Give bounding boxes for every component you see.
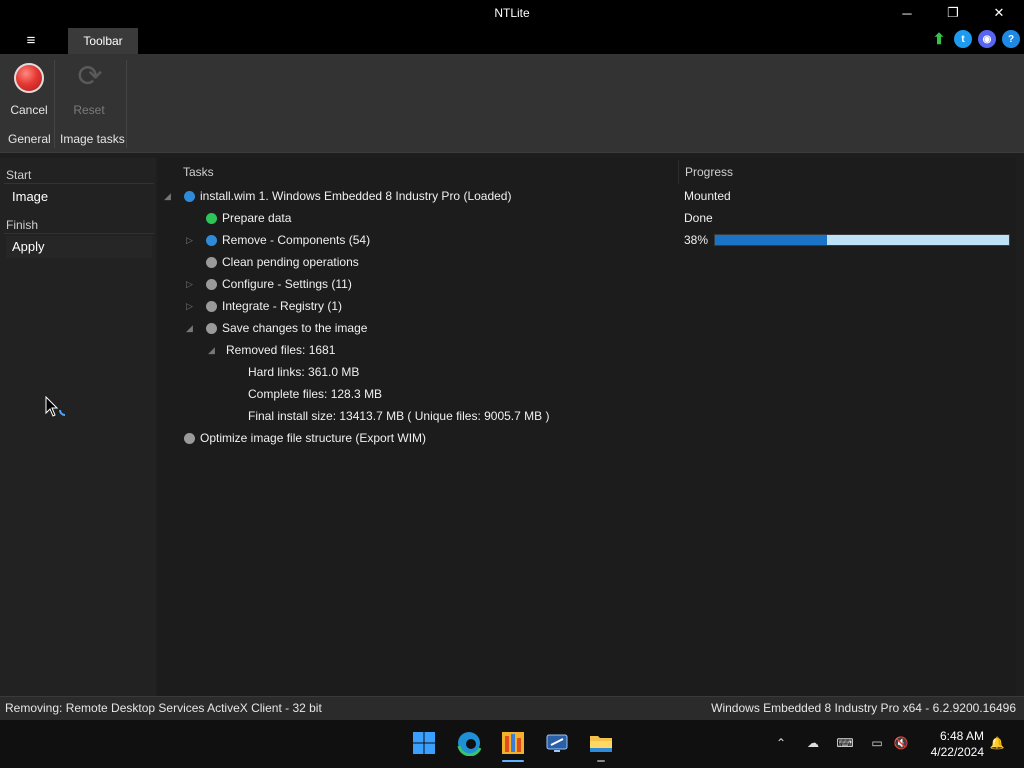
clock-time[interactable]: 6:48 AM	[920, 729, 984, 743]
status-dot-icon	[184, 191, 195, 202]
running-indicator	[502, 760, 524, 762]
collapse-icon[interactable]: ◢	[208, 345, 218, 355]
nav-section-finish: Finish	[6, 218, 39, 232]
task-row-save-changes[interactable]: Save changes to the image	[222, 317, 367, 339]
status-dot-icon	[206, 213, 217, 224]
task-row-prepare-data[interactable]: Prepare data	[222, 207, 291, 229]
status-dot-icon	[206, 301, 217, 312]
expand-icon[interactable]: ▷	[186, 301, 196, 311]
network-off-icon[interactable]: ☁	[804, 736, 822, 752]
tab-toolbar[interactable]: Toolbar	[68, 28, 138, 54]
reset-label: Reset	[73, 103, 105, 117]
ribbon-separator	[54, 60, 55, 148]
edge-icon[interactable]	[456, 730, 482, 756]
file-explorer-icon[interactable]	[588, 730, 614, 756]
window-title: NTLite	[494, 6, 530, 20]
nav-item-apply[interactable]: Apply	[6, 236, 152, 258]
collapse-icon[interactable]: ◢	[164, 191, 174, 201]
collapse-icon[interactable]: ◢	[186, 323, 196, 333]
maximize-button[interactable]: ❐	[930, 0, 976, 26]
column-header-progress[interactable]: Progress	[685, 165, 733, 179]
group-label-image-tasks: Image tasks	[60, 132, 125, 146]
nav-section-start: Start	[6, 168, 32, 182]
image-version: Windows Embedded 8 Industry Pro x64 - 6.…	[711, 701, 1016, 715]
notification-bell-icon[interactable]: 🔔	[988, 736, 1006, 752]
nav-item-image[interactable]: Image	[6, 186, 152, 208]
task-status: Mounted	[684, 189, 731, 203]
task-row-remove-components[interactable]: Remove - Components (54)	[222, 229, 370, 251]
task-row-install-wim[interactable]: install.wim 1. Windows Embedded 8 Indust…	[200, 185, 511, 207]
remote-desktop-icon[interactable]	[544, 730, 570, 756]
running-indicator	[597, 760, 605, 762]
task-row-optimize-image[interactable]: Optimize image file structure (Export WI…	[200, 427, 426, 449]
status-dot-icon	[206, 257, 217, 268]
expand-icon[interactable]: ▷	[186, 279, 196, 289]
minimize-button[interactable]: ─	[884, 0, 930, 26]
status-dot-icon	[206, 235, 217, 246]
close-button[interactable]: ✕	[976, 0, 1022, 26]
cancel-icon	[14, 63, 44, 93]
expand-icon[interactable]: ▷	[186, 235, 196, 245]
discord-icon[interactable]: ◉	[978, 30, 996, 48]
progress-percent: 38%	[684, 233, 709, 247]
windows-start-icon[interactable]	[411, 730, 437, 756]
upload-arrow-icon[interactable]: ⬆	[930, 30, 948, 48]
task-row-removed-files[interactable]: Removed files: 1681	[226, 339, 335, 361]
ntlite-icon[interactable]	[500, 730, 526, 756]
chevron-up-icon[interactable]: ⌃	[772, 736, 790, 752]
group-label-general: General	[8, 132, 51, 146]
help-icon[interactable]: ?	[1002, 30, 1020, 48]
status-dot-icon	[206, 279, 217, 290]
nav-divider	[4, 233, 154, 234]
progress-bar	[714, 234, 1010, 246]
task-row-final-install-size[interactable]: Final install size: 13413.7 MB ( Unique …	[248, 405, 549, 427]
volume-muted-icon[interactable]: 🔇	[892, 736, 910, 752]
task-row-integrate-registry[interactable]: Integrate - Registry (1)	[222, 295, 342, 317]
keyboard-icon[interactable]: ⌨	[836, 736, 854, 752]
status-message: Removing: Remote Desktop Services Active…	[5, 701, 322, 715]
column-header-tasks[interactable]: Tasks	[183, 165, 214, 179]
mouse-cursor-icon	[45, 396, 66, 417]
clock-date[interactable]: 4/22/2024	[920, 745, 984, 759]
task-row-hard-links[interactable]: Hard links: 361.0 MB	[248, 361, 359, 383]
cancel-label: Cancel	[10, 103, 48, 117]
ribbon-tab-row	[0, 26, 1024, 54]
task-status: Done	[684, 211, 713, 225]
display-icon[interactable]: ▭	[868, 736, 886, 752]
task-row-configure-settings[interactable]: Configure - Settings (11)	[222, 273, 352, 295]
ribbon-separator	[126, 60, 127, 148]
nav-divider	[4, 183, 154, 184]
task-row-clean-pending[interactable]: Clean pending operations	[222, 251, 359, 273]
status-dot-icon	[184, 433, 195, 444]
progress-bar-fill	[715, 235, 827, 245]
task-row-complete-files[interactable]: Complete files: 128.3 MB	[248, 383, 382, 405]
status-dot-icon	[206, 323, 217, 334]
twitter-icon[interactable]: t	[954, 30, 972, 48]
reset-icon: ⟳	[77, 60, 103, 93]
column-divider	[678, 160, 679, 184]
ribbon	[0, 54, 1024, 153]
menu-icon[interactable]: ≡	[18, 32, 44, 50]
